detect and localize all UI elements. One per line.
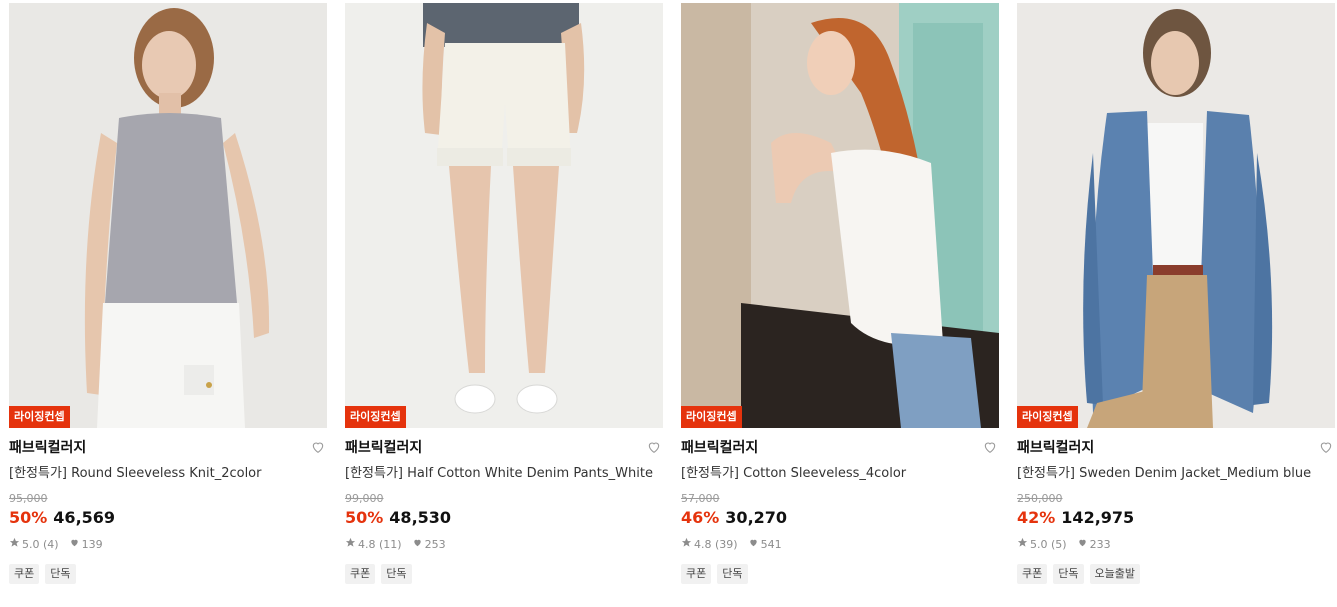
tag-ships-today: 오늘출발	[1089, 564, 1140, 584]
product-image[interactable]: 라이징컨셉	[681, 3, 999, 428]
product-name[interactable]: [한정특가] Cotton Sleeveless_4color	[681, 466, 999, 482]
heart-outline-icon[interactable]	[646, 439, 662, 455]
star-icon	[1017, 537, 1028, 552]
discount-rate: 46%	[681, 508, 720, 527]
star-icon	[681, 537, 692, 552]
tag-coupon: 쿠폰	[9, 564, 40, 584]
like-count: 253	[424, 537, 446, 551]
rising-concept-badge: 라이징컨셉	[681, 406, 742, 428]
original-price: 99,000	[345, 492, 384, 505]
rising-concept-badge: 라이징컨셉	[9, 406, 70, 428]
review-count: (4)	[43, 537, 59, 551]
sale-price: 46,569	[53, 508, 116, 527]
sale-price: 142,975	[1061, 508, 1135, 527]
rising-concept-badge: 라이징컨셉	[1017, 406, 1078, 428]
product-card[interactable]: 라이징컨셉 패브릭컬러지 [한정특가] Half Cotton White De…	[345, 3, 663, 584]
brand-name[interactable]: 패브릭컬러지	[1017, 439, 1335, 457]
original-price: 95,000	[9, 492, 48, 505]
brand-name[interactable]: 패브릭컬러지	[345, 439, 663, 457]
product-image[interactable]: 라이징컨셉	[345, 3, 663, 428]
product-grid: 라이징컨셉 패브릭컬러지 [한정특가] Round Sleeveless Kni…	[0, 0, 1337, 607]
heart-filled-icon	[412, 537, 423, 552]
star-icon	[345, 537, 356, 552]
product-image[interactable]: 라이징컨셉	[9, 3, 327, 428]
rating: 5.0	[1030, 537, 1048, 551]
discount-rate: 42%	[1017, 508, 1056, 527]
tag-exclusive: 단독	[45, 564, 76, 584]
heart-filled-icon	[69, 537, 80, 552]
discount-rate: 50%	[9, 508, 48, 527]
product-name[interactable]: [한정특가] Half Cotton White Denim Pants_Whi…	[345, 466, 663, 482]
review-count: (39)	[715, 537, 738, 551]
heart-filled-icon	[748, 537, 759, 552]
discount-rate: 50%	[345, 508, 384, 527]
heart-outline-icon[interactable]	[310, 439, 326, 455]
original-price: 250,000	[1017, 492, 1063, 505]
rating: 4.8	[694, 537, 712, 551]
product-name[interactable]: [한정특가] Sweden Denim Jacket_Medium blue	[1017, 466, 1335, 482]
product-card[interactable]: 라이징컨셉 패브릭컬러지 [한정특가] Cotton Sleeveless_4c…	[681, 3, 999, 584]
review-count: (11)	[379, 537, 402, 551]
sale-price: 30,270	[725, 508, 788, 527]
product-name[interactable]: [한정특가] Round Sleeveless Knit_2color	[9, 466, 327, 482]
sale-price: 48,530	[389, 508, 452, 527]
like-count: 233	[1089, 537, 1111, 551]
star-icon	[9, 537, 20, 552]
rating: 4.8	[358, 537, 376, 551]
brand-name[interactable]: 패브릭컬러지	[9, 439, 327, 457]
product-card[interactable]: 라이징컨셉 패브릭컬러지 [한정특가] Sweden Denim Jacket_…	[1017, 3, 1335, 584]
product-image[interactable]: 라이징컨셉	[1017, 3, 1335, 428]
heart-outline-icon[interactable]	[1318, 439, 1334, 455]
product-card[interactable]: 라이징컨셉 패브릭컬러지 [한정특가] Round Sleeveless Kni…	[9, 3, 327, 584]
tag-coupon: 쿠폰	[1017, 564, 1048, 584]
heart-outline-icon[interactable]	[982, 439, 998, 455]
tag-exclusive: 단독	[717, 564, 748, 584]
review-count: (5)	[1051, 537, 1067, 551]
brand-name[interactable]: 패브릭컬러지	[681, 439, 999, 457]
tag-coupon: 쿠폰	[681, 564, 712, 584]
like-count: 139	[81, 537, 103, 551]
heart-filled-icon	[1077, 537, 1088, 552]
rating: 5.0	[22, 537, 40, 551]
like-count: 541	[760, 537, 782, 551]
original-price: 57,000	[681, 492, 720, 505]
tag-exclusive: 단독	[1053, 564, 1084, 584]
tag-exclusive: 단독	[381, 564, 412, 584]
rising-concept-badge: 라이징컨셉	[345, 406, 406, 428]
tag-coupon: 쿠폰	[345, 564, 376, 584]
